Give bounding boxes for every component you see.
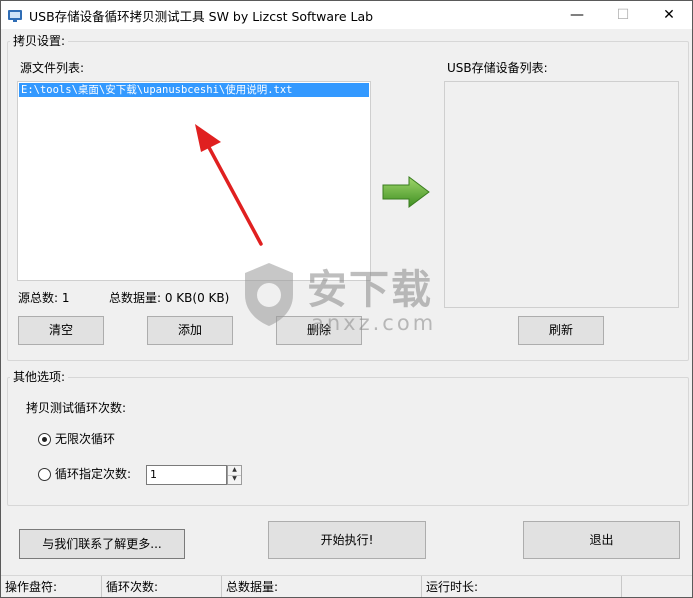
other-options-label: 其他选项: (10, 370, 69, 384)
minimize-button[interactable]: — (554, 1, 600, 29)
clear-button[interactable]: 清空 (18, 316, 104, 345)
window-title: USB存储设备循环拷贝测试工具 SW by Lizcst Software La… (29, 9, 374, 24)
copy-settings-label: 拷贝设置: (10, 34, 69, 48)
maximize-button[interactable]: ☐ (600, 1, 646, 29)
source-count-label: 源总数: 1 (18, 291, 70, 305)
loop-count-stepper[interactable]: ▲ ▼ (227, 465, 242, 485)
specified-count-radio[interactable] (38, 468, 51, 481)
status-run-time: 运行时长: (422, 576, 622, 597)
delete-button[interactable]: 删除 (276, 316, 362, 345)
radio-selected-dot (42, 437, 47, 442)
contact-us-button[interactable]: 与我们联系了解更多... (19, 529, 185, 559)
title-bar: USB存储设备循环拷贝测试工具 SW by Lizcst Software La… (1, 1, 692, 29)
usb-list-label: USB存储设备列表: (447, 61, 548, 75)
exit-button[interactable]: 退出 (523, 521, 680, 559)
arrow-right-icon (382, 176, 430, 208)
status-drive: 操作盘符: (1, 576, 102, 597)
status-bar: 操作盘符: 循环次数: 总数据量: 运行时长: (1, 575, 692, 597)
unlimited-radio[interactable] (38, 433, 51, 446)
loop-count-label: 拷贝测试循环次数: (26, 401, 127, 415)
loop-count-input[interactable]: 1 (146, 465, 227, 485)
add-button[interactable]: 添加 (147, 316, 233, 345)
unlimited-radio-label[interactable]: 无限次循环 (55, 432, 115, 446)
status-total-data: 总数据量: (222, 576, 422, 597)
source-list-label: 源文件列表: (20, 61, 85, 75)
stepper-down-icon[interactable]: ▼ (228, 475, 241, 484)
status-loops: 循环次数: (102, 576, 222, 597)
annotation-arrow (195, 124, 263, 246)
app-icon (8, 10, 22, 22)
specified-count-label[interactable]: 循环指定次数: (55, 467, 131, 481)
start-button[interactable]: 开始执行! (268, 521, 426, 559)
list-item[interactable]: E:\tools\桌面\安下载\upanusbceshi\使用说明.txt (19, 83, 369, 97)
usb-device-list[interactable] (444, 81, 679, 308)
app-window: USB存储设备循环拷贝测试工具 SW by Lizcst Software La… (0, 0, 693, 598)
refresh-button[interactable]: 刷新 (518, 316, 604, 345)
close-button[interactable]: ✕ (646, 1, 692, 29)
total-data-label: 总数据量: 0 KB(0 KB) (109, 291, 230, 305)
